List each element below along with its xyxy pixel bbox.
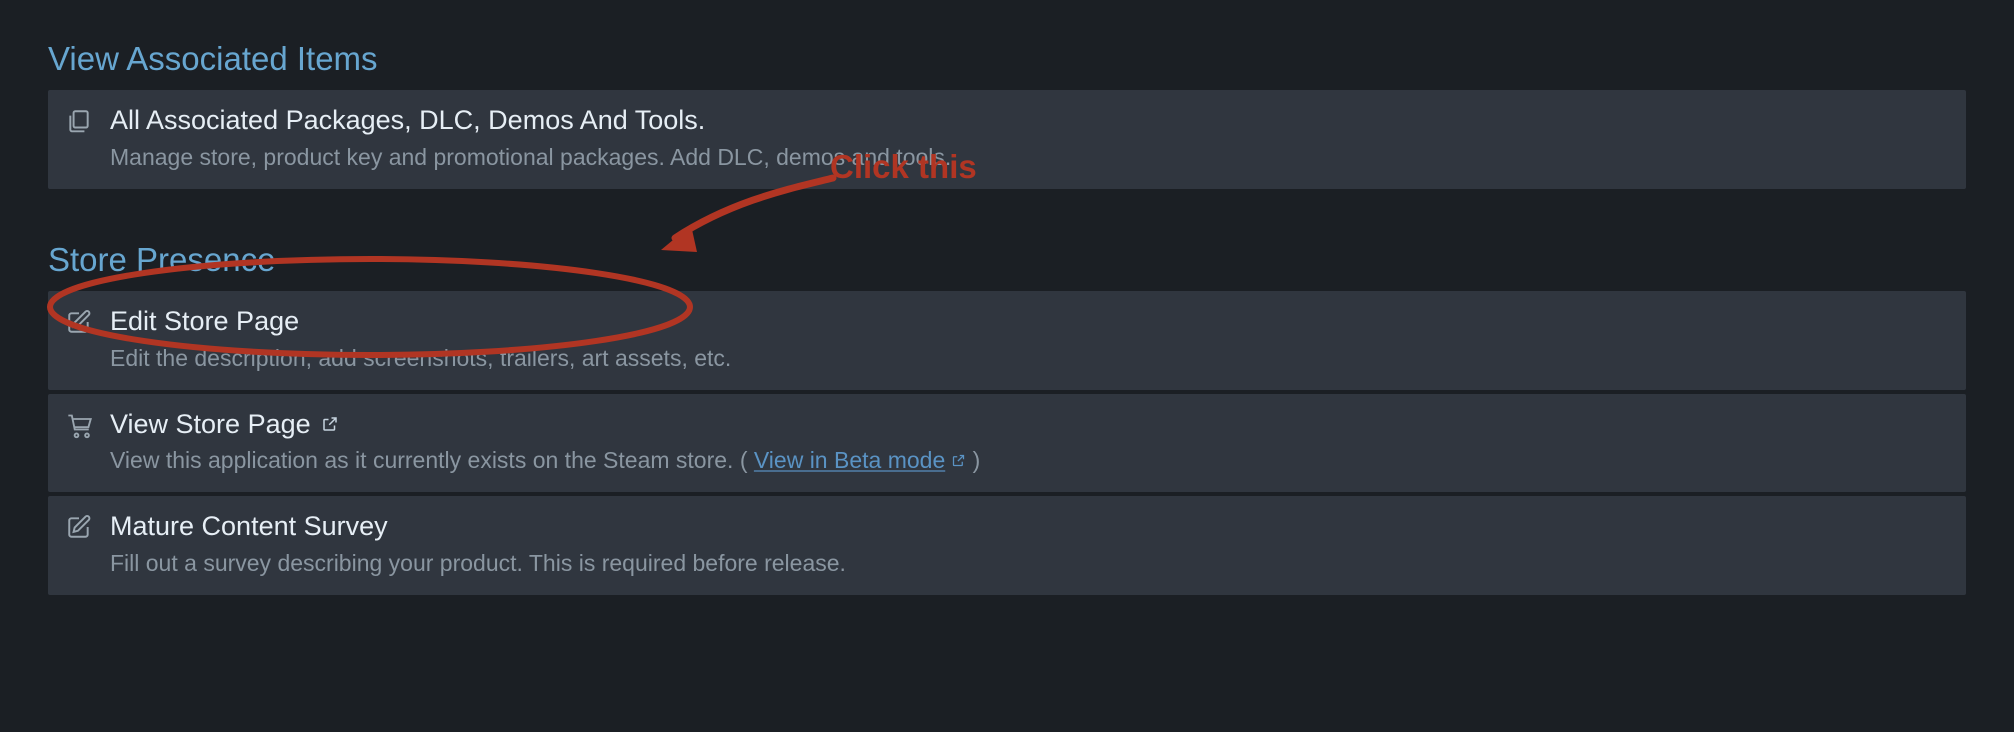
subtitle-prefix: View this application as it currently ex… (110, 447, 754, 473)
subtitle-suffix: ) (973, 447, 981, 473)
panel-title: Mature Content Survey (110, 510, 1948, 544)
panel-title: View Store Page (110, 408, 1948, 442)
view-in-beta-link[interactable]: View in Beta mode (754, 445, 966, 476)
panel-subtitle: Fill out a survey describing your produc… (110, 548, 1948, 579)
copy-icon (66, 104, 110, 134)
panel-subtitle: Edit the description, add screenshots, t… (110, 343, 1948, 374)
edit-icon (66, 510, 110, 540)
panel-mature-content-survey[interactable]: Mature Content Survey Fill out a survey … (48, 496, 1966, 595)
panel-title: All Associated Packages, DLC, Demos And … (110, 104, 1948, 138)
panel-edit-store-page[interactable]: Edit Store Page Edit the description, ad… (48, 291, 1966, 390)
external-link-icon (951, 453, 966, 468)
panel-associated-packages[interactable]: All Associated Packages, DLC, Demos And … (48, 90, 1966, 189)
panel-title-text: View Store Page (110, 408, 311, 442)
panel-view-store-page[interactable]: View Store Page View this application as… (48, 394, 1966, 493)
external-link-icon (321, 415, 339, 433)
panel-subtitle: Manage store, product key and promotiona… (110, 142, 1948, 173)
panel-subtitle: View this application as it currently ex… (110, 445, 1948, 476)
beta-link-text: View in Beta mode (754, 445, 945, 476)
cart-icon (66, 408, 110, 440)
panel-title: Edit Store Page (110, 305, 1948, 339)
section-title-store-presence: Store Presence (48, 241, 1966, 279)
section-title-associated: View Associated Items (48, 40, 1966, 78)
edit-icon (66, 305, 110, 335)
